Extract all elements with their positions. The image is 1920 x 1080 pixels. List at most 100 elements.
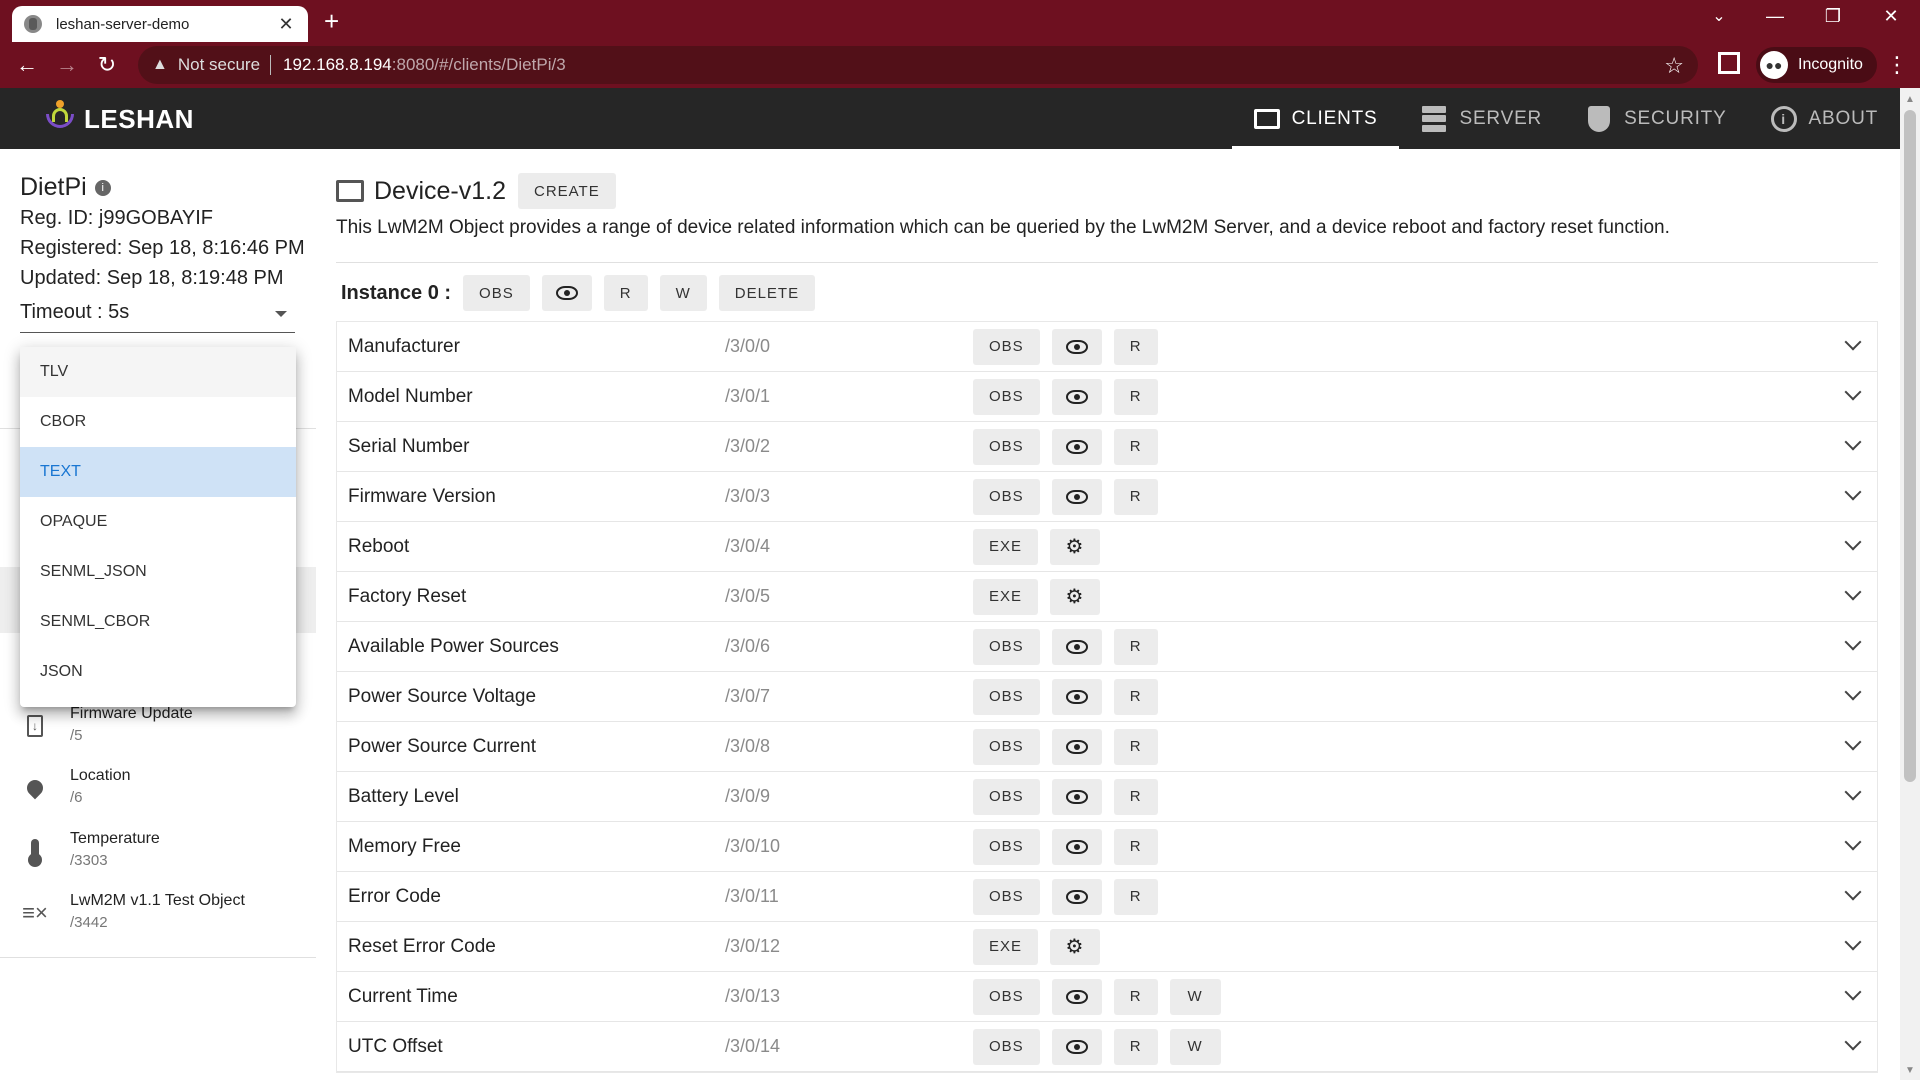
browser-menu-icon[interactable]: ⋮ [1886, 52, 1908, 78]
new-tab-icon[interactable]: + [324, 8, 339, 34]
nav-security[interactable]: SECURITY [1564, 88, 1748, 149]
chevron-down-icon[interactable] [1844, 583, 1862, 601]
nav-about[interactable]: i ABOUT [1749, 88, 1900, 149]
chevron-down-icon[interactable] [1844, 883, 1862, 901]
resource-row[interactable]: Current Time/3/0/13 OBS R W [337, 972, 1877, 1022]
observe-button[interactable]: OBS [973, 628, 1040, 665]
chevron-down-icon[interactable] [1844, 633, 1862, 651]
observe-button[interactable]: OBS [973, 378, 1040, 415]
read-button[interactable]: R [1113, 628, 1158, 665]
info-icon[interactable]: i [94, 180, 111, 197]
cancel-observe-button[interactable] [1051, 628, 1102, 665]
observe-button[interactable]: OBS [973, 678, 1040, 715]
chevron-down-icon[interactable] [1844, 933, 1862, 951]
menu-item-cbor[interactable]: CBOR [20, 397, 296, 447]
resource-row[interactable]: Reboot/3/0/4 EXE ⚙ [337, 522, 1877, 572]
resource-row[interactable]: Battery Level/3/0/9 OBS R [337, 772, 1877, 822]
scroll-up-icon[interactable]: ▲ [1905, 94, 1915, 105]
menu-item-senml-json[interactable]: SENML_JSON [20, 547, 296, 597]
resource-row[interactable]: Power Source Current/3/0/8 OBS R [337, 722, 1877, 772]
instance-read-button[interactable]: R [603, 275, 648, 311]
resource-row[interactable]: Model Number/3/0/1 OBS R [337, 372, 1877, 422]
menu-item-senml-cbor[interactable]: SENML_CBOR [20, 597, 296, 647]
read-button[interactable]: R [1113, 778, 1158, 815]
chevron-down-icon[interactable] [1844, 783, 1862, 801]
read-button[interactable]: R [1113, 328, 1158, 365]
instance-observe-button[interactable]: OBS [463, 275, 530, 311]
incognito-badge[interactable]: ●● Incognito [1756, 47, 1877, 83]
instance-delete-button[interactable]: DELETE [718, 275, 816, 311]
observe-button[interactable]: OBS [973, 1028, 1040, 1065]
address-bar[interactable]: ▲ Not secure 192.168.8.194 :8080/#/clien… [138, 46, 1698, 84]
menu-item-json[interactable]: JSON [20, 647, 296, 697]
scrollbar-thumb[interactable] [1904, 110, 1916, 782]
write-button[interactable]: W [1169, 1028, 1221, 1065]
leshan-logo[interactable]: LESHAN [42, 100, 194, 138]
observe-button[interactable]: OBS [973, 328, 1040, 365]
read-button[interactable]: R [1113, 1028, 1158, 1065]
chevron-down-icon[interactable] [1844, 833, 1862, 851]
observe-button[interactable]: OBS [973, 828, 1040, 865]
read-button[interactable]: R [1113, 978, 1158, 1015]
nav-clients[interactable]: CLIENTS [1231, 88, 1400, 149]
resource-row[interactable]: Power Source Voltage/3/0/7 OBS R [337, 672, 1877, 722]
cancel-observe-button[interactable] [1051, 728, 1102, 765]
observe-button[interactable]: OBS [973, 778, 1040, 815]
read-button[interactable]: R [1113, 378, 1158, 415]
restore-icon[interactable]: ❐ [1818, 6, 1848, 27]
observe-button[interactable]: OBS [973, 978, 1040, 1015]
read-button[interactable]: R [1113, 728, 1158, 765]
menu-item-text[interactable]: TEXT [20, 447, 296, 497]
observe-button[interactable]: OBS [973, 728, 1040, 765]
object-item-location[interactable]: Location /6 [20, 767, 131, 806]
cancel-observe-button[interactable] [1051, 478, 1102, 515]
back-icon[interactable]: ← [12, 51, 42, 79]
scroll-down-icon[interactable]: ▼ [1905, 1065, 1915, 1076]
nav-server[interactable]: SERVER [1399, 88, 1564, 149]
chevron-down-icon[interactable] [1844, 1033, 1862, 1051]
observe-button[interactable]: OBS [973, 428, 1040, 465]
instance-write-button[interactable]: W [659, 275, 707, 311]
browser-tab[interactable]: leshan-server-demo ✕ [12, 6, 308, 42]
minimize-icon[interactable]: — [1760, 6, 1790, 27]
resource-row[interactable]: Reset Error Code/3/0/12 EXE ⚙ [337, 922, 1877, 972]
cancel-observe-button[interactable] [1051, 678, 1102, 715]
cancel-observe-button[interactable] [1051, 778, 1102, 815]
resource-row[interactable]: Available Power Sources/3/0/6 OBS R [337, 622, 1877, 672]
execute-button[interactable]: EXE [973, 528, 1039, 565]
resource-row[interactable]: Memory Free/3/0/10 OBS R [337, 822, 1877, 872]
cancel-observe-button[interactable] [1051, 978, 1102, 1015]
execute-options-button[interactable]: ⚙ [1050, 578, 1101, 615]
read-button[interactable]: R [1113, 828, 1158, 865]
tab-search-icon[interactable]: ⌄ [1704, 6, 1734, 26]
cancel-observe-button[interactable] [1051, 1028, 1102, 1065]
forward-icon[interactable]: → [52, 51, 82, 79]
chevron-down-icon[interactable] [1844, 683, 1862, 701]
resource-row[interactable]: UTC Offset/3/0/14 OBS R W [337, 1022, 1877, 1072]
cancel-observe-button[interactable] [1051, 378, 1102, 415]
menu-item-opaque[interactable]: OPAQUE [20, 497, 296, 547]
resource-row[interactable]: Error Code/3/0/11 OBS R [337, 872, 1877, 922]
create-button[interactable]: CREATE [518, 173, 616, 209]
write-button[interactable]: W [1169, 978, 1221, 1015]
resource-row[interactable]: Firmware Version/3/0/3 OBS R [337, 472, 1877, 522]
cancel-observe-button[interactable] [1051, 828, 1102, 865]
bookmark-star-icon[interactable]: ☆ [1664, 53, 1684, 79]
chevron-down-icon[interactable] [1844, 383, 1862, 401]
chevron-down-icon[interactable] [1844, 483, 1862, 501]
execute-button[interactable]: EXE [973, 578, 1039, 615]
object-item-firmware[interactable]: ↓ Firmware Update /5 [20, 705, 193, 744]
cancel-observe-button[interactable] [1051, 428, 1102, 465]
resource-row[interactable]: Manufacturer/3/0/0 OBS R [337, 322, 1877, 372]
close-tab-icon[interactable]: ✕ [276, 14, 296, 35]
chevron-down-icon[interactable] [1844, 533, 1862, 551]
resource-row[interactable]: Serial Number/3/0/2 OBS R [337, 422, 1877, 472]
object-item-test-object[interactable]: ≡× LwM2M v1.1 Test Object /3442 [20, 892, 245, 931]
menu-item-tlv[interactable]: TLV [20, 347, 296, 397]
cancel-observe-button[interactable] [1051, 878, 1102, 915]
read-button[interactable]: R [1113, 478, 1158, 515]
chevron-down-icon[interactable] [1844, 333, 1862, 351]
execute-button[interactable]: EXE [973, 928, 1039, 965]
execute-options-button[interactable]: ⚙ [1050, 928, 1101, 965]
read-button[interactable]: R [1113, 878, 1158, 915]
